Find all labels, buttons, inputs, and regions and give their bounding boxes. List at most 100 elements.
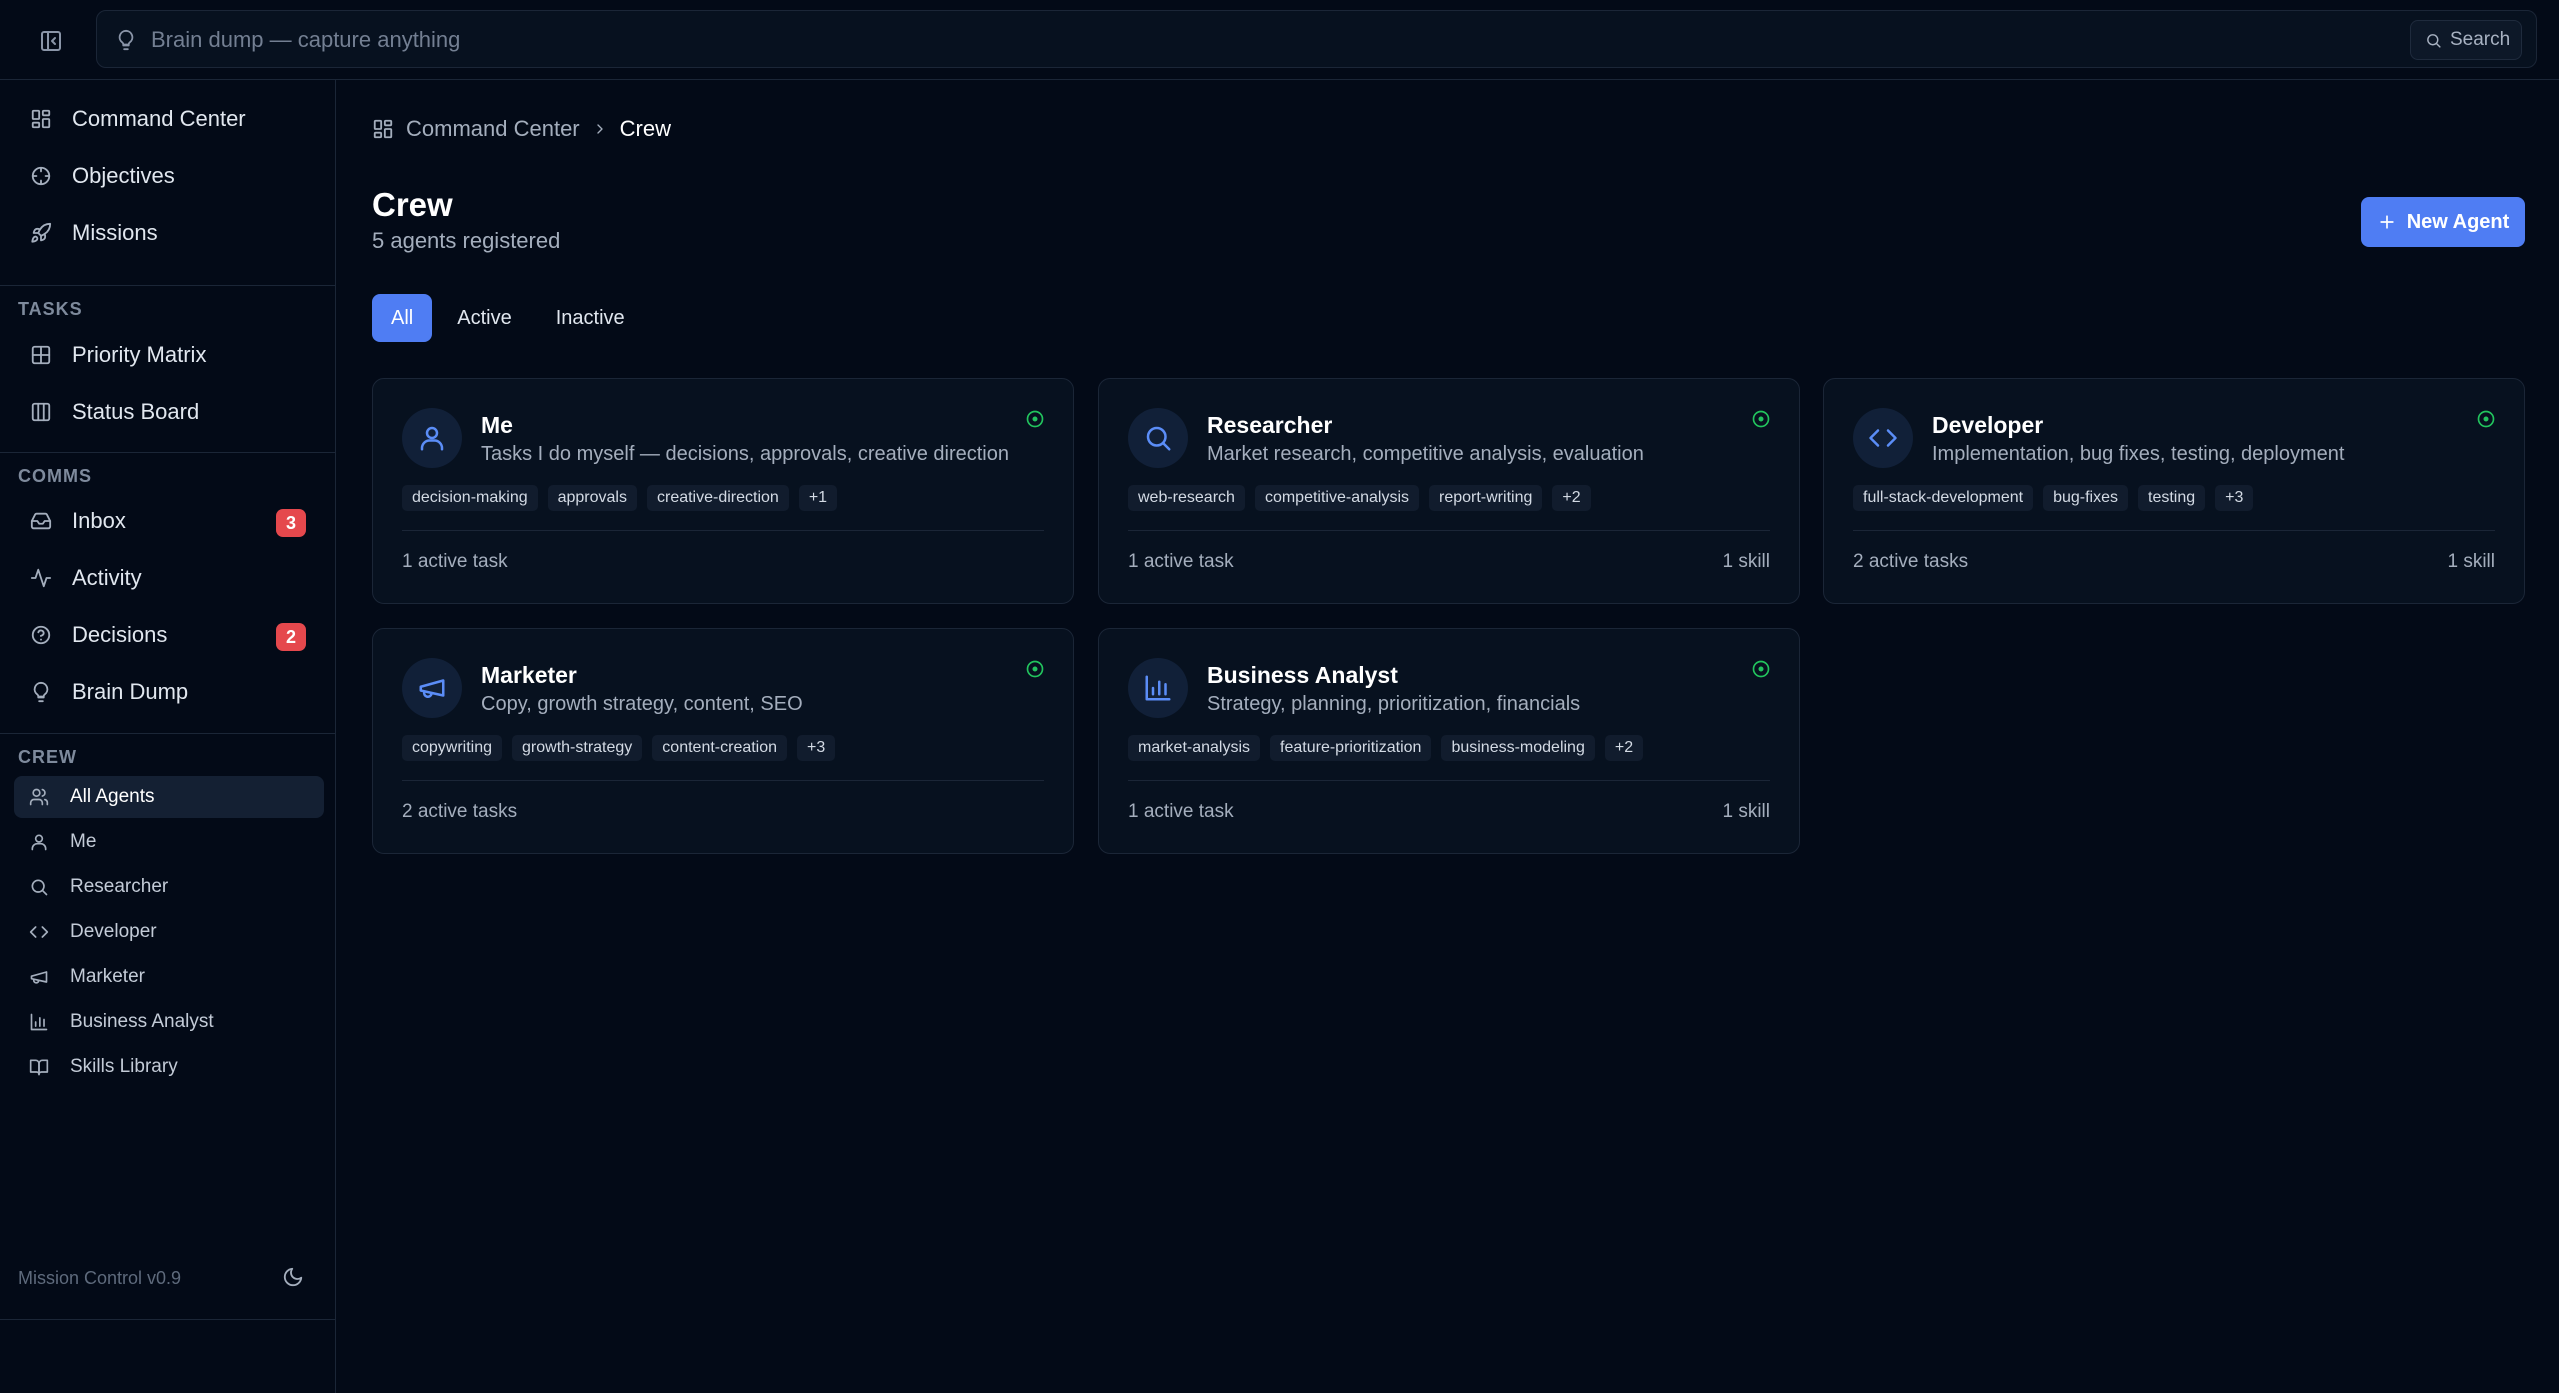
sidebar-item-label: Me: [70, 831, 97, 852]
sidebar-item-missions[interactable]: Missions: [14, 210, 324, 256]
card-divider: [1128, 530, 1770, 531]
sidebar-item-objectives[interactable]: Objectives: [14, 153, 324, 199]
sidebar-item-marketer[interactable]: Marketer: [14, 956, 324, 998]
skills-count: 1 skill: [1722, 551, 1770, 572]
megaphone-icon: [402, 658, 462, 718]
inbox-count-badge: 3: [276, 509, 306, 537]
skills-count: 1 skill: [1722, 801, 1770, 822]
sidebar-item-label: Skills Library: [70, 1056, 178, 1077]
tab-all[interactable]: All: [372, 294, 433, 342]
sidebar-item-researcher[interactable]: Researcher: [14, 866, 324, 908]
skill-tag: competitive-analysis: [1254, 485, 1419, 511]
search-icon: [1128, 408, 1188, 468]
sidebar-item-status-board[interactable]: Status Board: [14, 389, 324, 435]
plus-icon: [2377, 212, 2397, 232]
sidebar-divider: [0, 452, 335, 453]
tab-inactive[interactable]: Inactive: [537, 294, 644, 342]
agent-name: Business Analyst: [1207, 662, 1398, 688]
skill-tag: creative-direction: [646, 485, 789, 511]
status-active-icon: [2476, 409, 2496, 429]
agent-description: Market research, competitive analysis, e…: [1207, 443, 1644, 465]
skill-tag: growth-strategy: [512, 735, 643, 761]
version-label: Mission Control v0.9: [18, 1268, 182, 1288]
sidebar-divider: [0, 733, 335, 734]
active-tasks-count: 2 active tasks: [1853, 551, 1969, 572]
status-active-icon: [1025, 409, 1045, 429]
new-agent-button-label: New Agent: [2406, 210, 2510, 233]
sidebar-item-label: Developer: [70, 921, 157, 942]
sidebar-item-decisions[interactable]: Decisions 2: [14, 612, 324, 658]
skill-tag: testing: [2138, 485, 2206, 511]
card-divider: [402, 780, 1044, 781]
book-icon: [28, 1056, 50, 1078]
sidebar-toggle-icon[interactable]: [34, 24, 68, 58]
agent-description: Implementation, bug fixes, testing, depl…: [1932, 443, 2345, 465]
megaphone-icon: [28, 966, 50, 988]
card-divider: [1128, 780, 1770, 781]
agent-name: Me: [481, 412, 513, 438]
agent-card-developer[interactable]: Developer Implementation, bug fixes, tes…: [1823, 378, 2525, 604]
agent-card-researcher[interactable]: Researcher Market research, competitive …: [1098, 378, 1800, 604]
bar-chart-icon: [28, 1011, 50, 1033]
search-button[interactable]: Search: [2410, 20, 2522, 60]
sidebar-item-label: Brain Dump: [72, 679, 189, 704]
agent-description: Strategy, planning, prioritization, fina…: [1207, 693, 1581, 715]
sidebar-item-skills-library[interactable]: Skills Library: [14, 1046, 324, 1088]
tab-active[interactable]: Active: [438, 294, 530, 342]
sidebar-item-developer[interactable]: Developer: [14, 911, 324, 953]
sidebar-item-me[interactable]: Me: [14, 821, 324, 863]
matrix-icon: [28, 342, 54, 368]
skill-tag: bug-fixes: [2043, 485, 2128, 511]
sidebar-item-all-agents[interactable]: All Agents: [14, 776, 324, 818]
sidebar-item-label: Inbox: [72, 508, 126, 533]
moon-icon[interactable]: [282, 1266, 304, 1288]
code-icon: [28, 921, 50, 943]
columns-icon: [28, 399, 54, 425]
grid-icon: [372, 118, 394, 140]
sidebar: Command Center Objectives Missions TASKS…: [0, 80, 336, 1393]
agent-card-me[interactable]: Me Tasks I do myself — decisions, approv…: [372, 378, 1074, 604]
help-circle-icon: [28, 622, 54, 648]
sidebar-item-business-analyst[interactable]: Business Analyst: [14, 1001, 324, 1043]
agent-description: Tasks I do myself — decisions, approvals…: [481, 443, 1009, 465]
page-title: Crew: [372, 186, 453, 223]
filter-tabs: All Active Inactive: [372, 294, 644, 342]
chevron-right-icon: [592, 121, 608, 137]
search-icon: [28, 876, 50, 898]
sidebar-item-label: All Agents: [70, 786, 155, 807]
agent-name: Marketer: [481, 662, 577, 688]
active-tasks-count: 1 active task: [1128, 801, 1234, 822]
skill-tag: report-writing: [1429, 485, 1543, 511]
sidebar-item-label: Priority Matrix: [72, 342, 207, 367]
new-agent-button[interactable]: New Agent: [2361, 197, 2525, 247]
skills-count: 1 skill: [2447, 551, 2495, 572]
sidebar-item-priority-matrix[interactable]: Priority Matrix: [14, 332, 324, 378]
brain-dump-placeholder: Brain dump — capture anything: [151, 27, 461, 52]
active-tasks-count: 2 active tasks: [402, 801, 518, 822]
sidebar-item-label: Activity: [72, 565, 142, 590]
crew-section-header: CREW: [18, 747, 77, 767]
decisions-count-badge: 2: [276, 623, 306, 651]
brain-dump-input[interactable]: Brain dump — capture anything Search: [96, 10, 2537, 68]
sidebar-divider: [0, 1319, 335, 1320]
breadcrumb-current: Crew: [619, 116, 671, 141]
agent-card-marketer[interactable]: Marketer Copy, growth strategy, content,…: [372, 628, 1074, 854]
sidebar-item-activity[interactable]: Activity: [14, 555, 324, 601]
sidebar-item-brain-dump[interactable]: Brain Dump: [14, 669, 324, 715]
skill-tag: business-modeling: [1441, 735, 1595, 761]
sidebar-item-label: Status Board: [72, 399, 200, 424]
sidebar-item-inbox[interactable]: Inbox 3: [14, 498, 324, 544]
sidebar-item-label: Objectives: [72, 163, 175, 188]
agent-tags: copywriting growth-strategy content-crea…: [402, 735, 836, 761]
lightbulb-icon: [28, 679, 54, 705]
breadcrumb: Command Center Crew: [372, 116, 671, 142]
more-tags-badge: +3: [797, 735, 836, 761]
page-subtitle: 5 agents registered: [372, 228, 561, 253]
sidebar-divider: [0, 285, 335, 286]
sidebar-item-command-center[interactable]: Command Center: [14, 96, 324, 142]
status-active-icon: [1025, 659, 1045, 679]
agent-card-business-analyst[interactable]: Business Analyst Strategy, planning, pri…: [1098, 628, 1800, 854]
breadcrumb-root-link[interactable]: Command Center: [406, 116, 580, 142]
rocket-icon: [28, 220, 54, 246]
agent-description: Copy, growth strategy, content, SEO: [481, 693, 803, 715]
